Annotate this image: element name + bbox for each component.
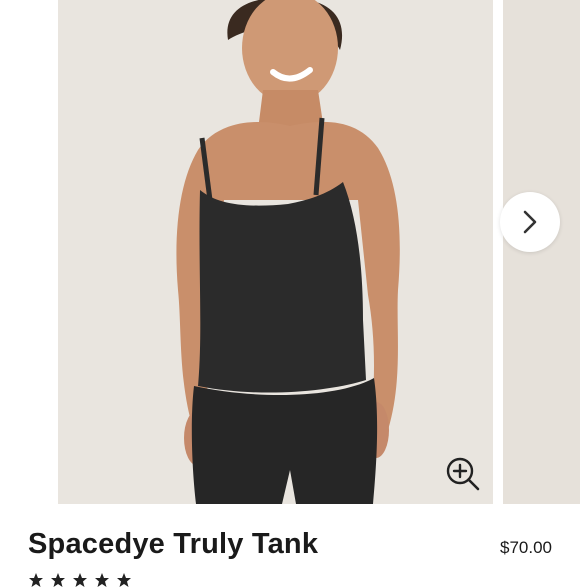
rating-stars[interactable] [28, 572, 132, 588]
chevron-right-icon [523, 210, 537, 234]
star-icon [51, 573, 65, 587]
star-icon [117, 573, 131, 587]
product-price: $70.00 [500, 538, 552, 557]
star-icon [95, 573, 109, 587]
product-title: Spacedye Truly Tank [28, 528, 319, 560]
product-image-gallery [0, 0, 580, 506]
zoom-button[interactable] [444, 455, 482, 493]
next-image-button[interactable] [500, 192, 560, 252]
product-photo[interactable] [58, 0, 493, 504]
zoom-in-icon [446, 457, 480, 491]
next-product-photo-peek[interactable] [503, 0, 580, 504]
star-icon [29, 573, 43, 587]
star-icon [73, 573, 87, 587]
model-illustration [58, 0, 493, 504]
